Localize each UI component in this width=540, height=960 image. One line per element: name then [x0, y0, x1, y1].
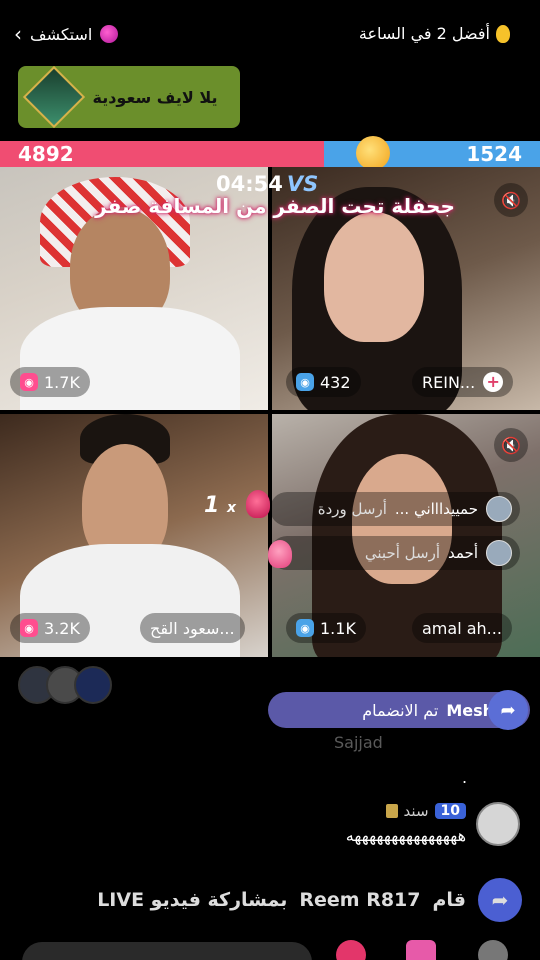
battle-timer: 04:54 VS — [216, 172, 318, 196]
guest-name-pill[interactable]: REIN... + — [412, 367, 514, 397]
viewer-count: 1.1K — [320, 618, 356, 638]
chat-meta: 10 سند — [346, 802, 466, 820]
guest-name: REIN... — [422, 372, 476, 392]
avatar[interactable] — [74, 666, 112, 704]
gift-user: أحمد — [448, 544, 478, 562]
viewer-count-pill[interactable]: ◉ 1.1K — [286, 613, 366, 643]
chat-message[interactable]: 10 سند هههههههههههههههه — [346, 802, 520, 846]
rose-gift-icon[interactable] — [336, 940, 366, 960]
viewer-count-pill[interactable]: ◉ 3.2K — [10, 613, 90, 643]
gift-notification: حمييداااني ... أرسل وردة — [270, 492, 520, 526]
share-arrow-icon[interactable]: ➦ — [478, 878, 522, 922]
live-text: بمشاركة فيديو LIVE — [97, 889, 288, 911]
viewer-count-pill[interactable]: ◉ 432 — [286, 367, 361, 397]
guest-name: amal ah... — [422, 618, 502, 638]
explore-label: استكشف — [30, 24, 93, 44]
comment-input[interactable] — [22, 942, 312, 960]
viewer-count: 432 — [320, 372, 351, 392]
top-bar: ‹ استكشف أفضل 2 في الساعة — [0, 0, 540, 70]
guest-name-pill[interactable]: سعود القح... — [140, 613, 245, 643]
mute-icon[interactable]: 🔇 — [494, 428, 528, 462]
chat-text: هههههههههههههههه — [345, 826, 466, 845]
rose-icon — [246, 490, 270, 518]
chevron-left-icon: ‹ — [14, 22, 22, 46]
score-left: 4892 — [18, 142, 74, 166]
camera-icon: ◉ — [296, 619, 314, 637]
chat-user: سند — [403, 802, 429, 820]
join-text: تم الانضمام — [362, 700, 439, 720]
combo-x: x — [226, 500, 237, 516]
emoji-face-icon — [356, 136, 390, 170]
battle-banner: جحفلة تحت الصفر من المسافة صفر — [95, 194, 455, 218]
gift-notification: أحمد أرسل أحبني — [270, 536, 520, 570]
gem-icon — [22, 65, 86, 129]
hourly-ranking-button[interactable]: أفضل 2 في الساعة — [359, 24, 510, 43]
explore-orb-icon — [100, 25, 119, 43]
viewer-count: 1.7K — [44, 372, 80, 392]
faded-username: Sajjad — [334, 733, 383, 752]
gift-user: حمييداااني ... — [394, 500, 478, 518]
share-icon[interactable] — [478, 940, 508, 960]
video-tile-3[interactable]: ◉ 3.2K سعود القح... — [0, 414, 268, 657]
join-user: Mesh — [446, 700, 494, 720]
mute-icon[interactable]: 🔇 — [494, 183, 528, 217]
viewer-avatars[interactable] — [18, 666, 112, 704]
share-arrow-icon[interactable]: ➦ — [488, 690, 528, 730]
video-grid: ◉ 1.7K 🔇 ◉ 432 REIN... + ◉ 3.2K سعود الق… — [0, 167, 540, 657]
chat-dot-message: . — [462, 768, 468, 787]
camera-icon: ◉ — [296, 373, 314, 391]
promo-card[interactable]: يلا لايف سعودية — [18, 65, 240, 129]
viewer-count: 3.2K — [44, 618, 80, 638]
love-emoji-icon — [268, 540, 292, 568]
gift-box-icon[interactable] — [406, 940, 436, 960]
ranking-label: أفضل 2 في الساعة — [358, 24, 490, 43]
timer-value: 04:54 — [216, 172, 283, 196]
avatar — [486, 496, 512, 522]
gift-action: أرسل أحبني — [364, 544, 440, 562]
medal-icon — [385, 804, 398, 818]
score-right: 1524 — [466, 142, 522, 166]
gift-combo: 1 x — [204, 493, 236, 518]
avatar[interactable] — [476, 802, 520, 846]
guest-name: سعود القح... — [150, 618, 235, 638]
camera-icon: ◉ — [20, 373, 38, 391]
gift-action: أرسل وردة — [317, 500, 387, 518]
promo-label: يلا لايف سعودية — [92, 87, 218, 107]
flame-icon — [496, 24, 510, 43]
guest-face — [324, 212, 424, 342]
live-user: Reem R817 — [299, 889, 421, 911]
battle-score-bar — [0, 141, 540, 167]
guest-name-pill[interactable]: amal ah... — [412, 613, 512, 643]
avatar — [486, 540, 512, 566]
explore-button[interactable]: ‹ استكشف — [14, 22, 119, 46]
chat-body: 10 سند هههههههههههههههه — [346, 802, 466, 845]
vs-label: VS — [286, 172, 319, 196]
follow-plus-icon[interactable]: + — [483, 372, 504, 392]
viewer-count-pill[interactable]: ◉ 1.7K — [10, 367, 90, 397]
live-share-notice: ➦ قام Reem R817 بمشاركة فيديو LIVE — [97, 878, 522, 922]
live-prefix: قام — [432, 889, 466, 911]
level-badge: 10 — [434, 803, 466, 819]
combo-count: 1 — [204, 493, 220, 518]
camera-icon: ◉ — [20, 619, 38, 637]
